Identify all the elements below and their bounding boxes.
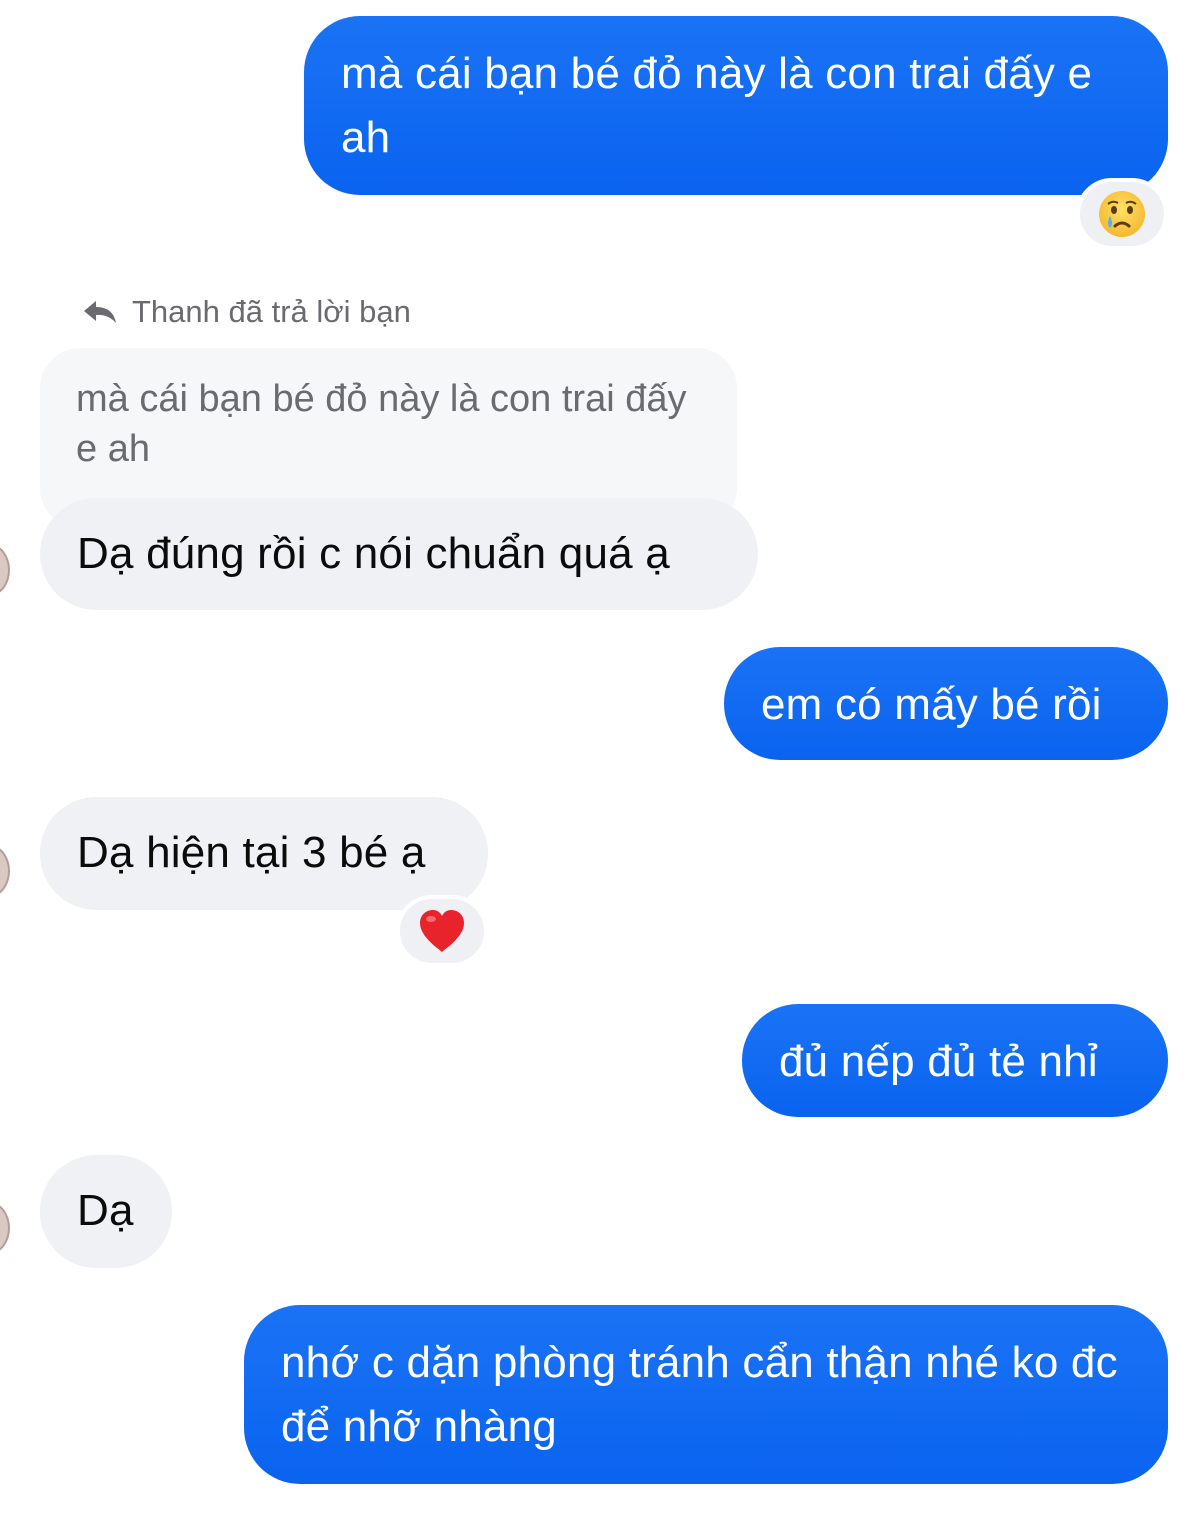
- quoted-text: mà cái bạn bé đỏ này là con trai đấy e a…: [76, 378, 687, 470]
- crying-face-icon: [1099, 191, 1145, 237]
- message-reaction[interactable]: [1076, 178, 1168, 250]
- message-text: đủ nếp đủ tẻ nhỉ: [779, 1037, 1098, 1086]
- outgoing-message[interactable]: đủ nếp đủ tẻ nhỉ: [742, 1004, 1168, 1117]
- avatar[interactable]: [0, 1202, 10, 1254]
- reply-label-text: Thanh đã trả lời bạn: [132, 294, 411, 329]
- message-text: mà cái bạn bé đỏ này là con trai đấy e a…: [341, 49, 1093, 162]
- message-text: Dạ đúng rồi c nói chuẩn quá ạ: [77, 529, 670, 578]
- message-text: nhớ c dặn phòng tránh cẩn thận nhé ko đc…: [281, 1338, 1118, 1451]
- reply-label: Thanh đã trả lời bạn: [82, 292, 411, 332]
- incoming-message[interactable]: Dạ hiện tại 3 bé ạ: [40, 797, 488, 910]
- avatar[interactable]: [0, 544, 10, 596]
- reply-arrow-icon: [84, 301, 116, 323]
- message-text: Dạ: [77, 1186, 134, 1235]
- red-heart-icon: [420, 910, 464, 952]
- message-reaction[interactable]: [396, 895, 488, 967]
- outgoing-message[interactable]: nhớ c dặn phòng tránh cẩn thận nhé ko đc…: [244, 1305, 1168, 1484]
- outgoing-message[interactable]: mà cái bạn bé đỏ này là con trai đấy e a…: [304, 16, 1168, 195]
- outgoing-message[interactable]: em có mấy bé rồi: [724, 647, 1168, 760]
- message-text: Dạ hiện tại 3 bé ạ: [77, 828, 426, 877]
- incoming-message[interactable]: Dạ đúng rồi c nói chuẩn quá ạ: [40, 498, 758, 610]
- avatar[interactable]: [0, 845, 10, 897]
- incoming-message[interactable]: Dạ: [40, 1155, 172, 1268]
- message-text: em có mấy bé rồi: [761, 680, 1102, 729]
